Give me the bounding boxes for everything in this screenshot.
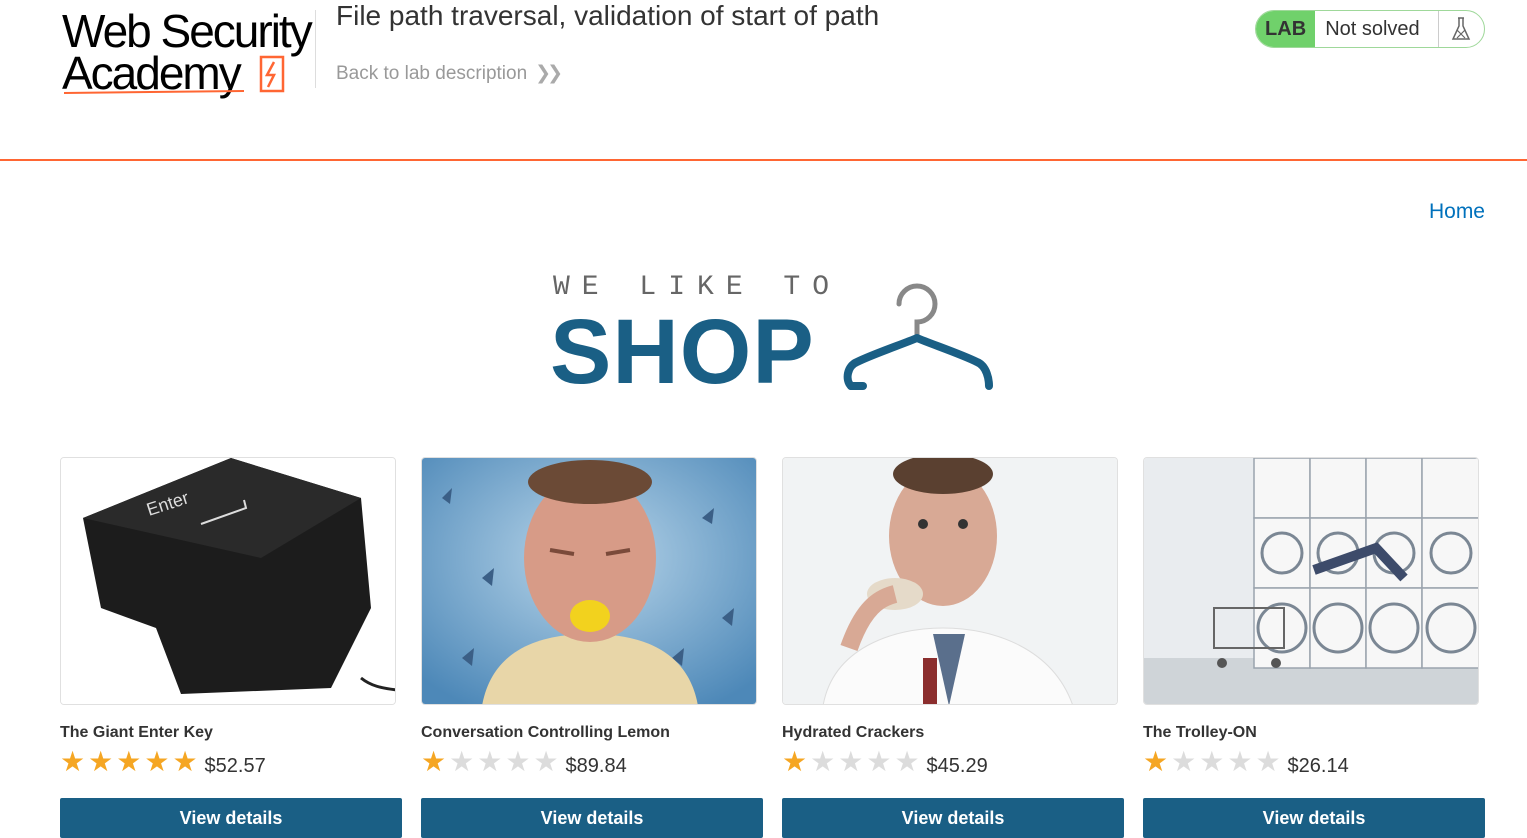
product-card: Hydrated Crackers ★ ★ ★ ★ ★ $45.29 View deta… <box>782 457 1124 838</box>
star-empty-icon: ★ <box>810 746 836 777</box>
shop-banner: WE LIKE TO SHOP <box>550 272 993 402</box>
view-details-button[interactable]: View details <box>782 798 1124 838</box>
product-price: $26.14 <box>1287 754 1349 777</box>
lab-header: Web Security Academy File path traversal… <box>0 0 1527 161</box>
nav-home-link[interactable]: Home <box>1429 200 1485 224</box>
clothes-hanger-icon <box>843 283 993 390</box>
back-link-label: Back to lab description <box>336 63 528 84</box>
hydrated-crackers-image <box>783 458 1117 704</box>
lemon-man-image <box>422 458 756 704</box>
logo-line2: Academy <box>62 47 242 99</box>
star-filled-icon: ★ <box>144 746 170 777</box>
product-price: $89.84 <box>565 754 627 777</box>
star-empty-icon: ★ <box>894 746 920 777</box>
product-card: Enter The Giant Enter Key ★ ★ ★ ★ ★ $52.57 V… <box>60 457 402 838</box>
lab-title: File path traversal, validation of start… <box>336 0 880 31</box>
product-price: $52.57 <box>204 754 266 777</box>
flask-icon <box>1437 11 1484 47</box>
star-empty-icon: ★ <box>505 746 531 777</box>
product-price: $45.29 <box>926 754 988 777</box>
product-image[interactable]: Enter <box>60 457 396 705</box>
star-empty-icon: ★ <box>1199 746 1225 777</box>
star-empty-icon: ★ <box>838 746 864 777</box>
star-empty-icon: ★ <box>1227 746 1253 777</box>
product-name: The Trolley-ON <box>1143 724 1257 741</box>
star-filled-icon: ★ <box>60 746 86 777</box>
product-image[interactable] <box>782 457 1118 705</box>
star-empty-icon: ★ <box>533 746 559 777</box>
star-filled-icon: ★ <box>1143 746 1169 777</box>
product-name: Conversation Controlling Lemon <box>421 724 670 741</box>
banner-tagline: WE LIKE TO <box>553 272 842 303</box>
star-empty-icon: ★ <box>1171 746 1197 777</box>
star-filled-icon: ★ <box>88 746 114 777</box>
product-name: The Giant Enter Key <box>60 724 213 741</box>
lab-badge: LAB <box>1256 11 1316 47</box>
laundromat-trolley-image <box>1144 458 1478 704</box>
star-filled-icon: ★ <box>116 746 142 777</box>
product-rating: ★ ★ ★ ★ ★ $52.57 <box>60 746 402 777</box>
product-rating: ★ ★ ★ ★ ★ $89.84 <box>421 746 763 777</box>
web-security-academy-logo[interactable]: Web Security Academy <box>62 8 313 100</box>
product-rating: ★ ★ ★ ★ ★ $45.29 <box>782 746 1124 777</box>
back-to-lab-description-link[interactable]: Back to lab description ❯❯ <box>336 62 563 85</box>
product-card: Conversation Controlling Lemon ★ ★ ★ ★ ★ $89… <box>421 457 763 838</box>
giant-enter-key-image: Enter <box>61 458 395 704</box>
view-details-button[interactable]: View details <box>421 798 763 838</box>
product-image[interactable] <box>421 457 757 705</box>
banner-title: SHOP <box>550 301 815 403</box>
product-image[interactable] <box>1143 457 1479 705</box>
double-chevron-right-icon: ❯❯ <box>535 63 563 84</box>
star-filled-icon: ★ <box>172 746 198 777</box>
lab-status-text: Not solved <box>1325 17 1420 40</box>
product-name: Hydrated Crackers <box>782 724 925 741</box>
logo-bolt-icon <box>259 55 285 93</box>
view-details-button[interactable]: View details <box>1143 798 1485 838</box>
star-filled-icon: ★ <box>782 746 808 777</box>
star-filled-icon: ★ <box>421 746 447 777</box>
product-rating: ★ ★ ★ ★ ★ $26.14 <box>1143 746 1485 777</box>
star-empty-icon: ★ <box>866 746 892 777</box>
view-details-button[interactable]: View details <box>60 798 402 838</box>
product-card: The Trolley-ON ★ ★ ★ ★ ★ $26.14 View details <box>1143 457 1485 838</box>
star-empty-icon: ★ <box>1255 746 1281 777</box>
header-divider <box>315 10 316 88</box>
star-empty-icon: ★ <box>477 746 503 777</box>
lab-status-widget: LAB Not solved <box>1255 10 1485 48</box>
star-empty-icon: ★ <box>449 746 475 777</box>
